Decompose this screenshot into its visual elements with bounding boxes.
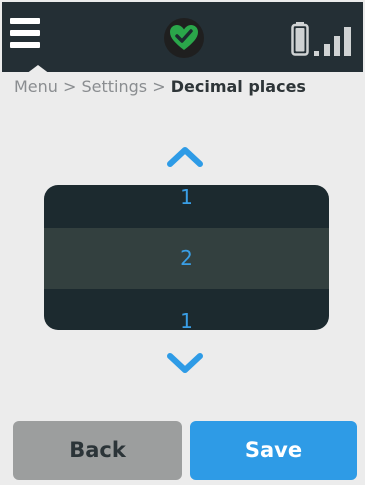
status-bar bbox=[2, 2, 363, 74]
chevron-up-icon[interactable] bbox=[166, 144, 204, 168]
breadcrumb-current: Decimal places bbox=[170, 77, 306, 96]
breadcrumb: Menu > Settings > Decimal places bbox=[14, 77, 306, 97]
picker-prev-value[interactable]: 1 bbox=[44, 185, 329, 209]
picker-next-value[interactable]: 1 bbox=[44, 306, 329, 330]
menu-pointer bbox=[26, 65, 50, 74]
breadcrumb-path: Menu > Settings > bbox=[14, 77, 171, 96]
battery-icon bbox=[291, 22, 309, 56]
signal-bars-icon bbox=[314, 27, 351, 56]
decimal-places-picker[interactable]: 1 2 1 bbox=[44, 185, 329, 330]
menu-line bbox=[10, 18, 40, 24]
menu-line bbox=[10, 42, 40, 48]
screen: Menu > Settings > Decimal places 1 2 1 B… bbox=[0, 0, 365, 485]
save-button[interactable]: Save bbox=[190, 421, 357, 480]
heart-check-icon bbox=[164, 18, 204, 58]
picker-selected-value[interactable]: 2 bbox=[44, 228, 329, 289]
back-button[interactable]: Back bbox=[13, 421, 182, 480]
hamburger-menu-icon[interactable] bbox=[10, 18, 42, 54]
menu-line bbox=[10, 30, 40, 36]
chevron-down-icon[interactable] bbox=[166, 352, 204, 376]
